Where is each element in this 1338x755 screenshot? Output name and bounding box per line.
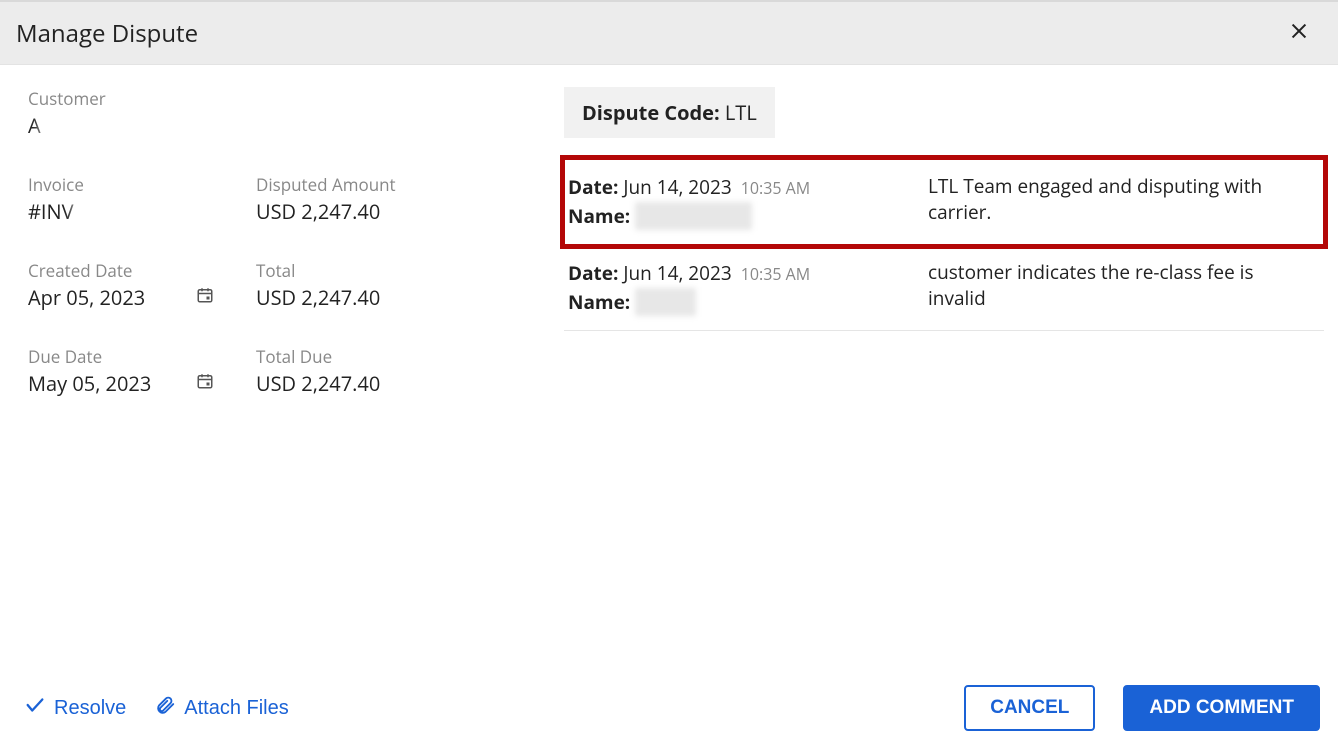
dialog-body: Customer AXXXX Invoice #INVXXXXXX Disput…	[0, 65, 1338, 685]
attach-files-label: Attach Files	[184, 697, 288, 720]
customer-value-redacted: XXXX	[41, 112, 87, 139]
due-date-label: Due Date	[28, 345, 256, 368]
dispute-code-badge: Dispute Code: LTL	[564, 87, 775, 138]
dispute-code-label: Dispute Code:	[582, 99, 720, 126]
total-due-label: Total Due	[256, 345, 526, 368]
attach-files-button[interactable]: Attach Files	[154, 694, 288, 722]
comment-name-redacted: Xxxxxx	[635, 288, 696, 317]
total-due-field: Total Due USD 2,247.40	[256, 345, 526, 417]
comment-meta: Date: Jun 14, 2023 10:35 AM Name: Xxxxxx	[568, 259, 928, 316]
comment-date-label: Date:	[568, 260, 618, 286]
cancel-button[interactable]: CANCEL	[964, 685, 1095, 731]
due-date-value: May 05, 2023	[28, 370, 256, 397]
footer-left-actions: Resolve Attach Files	[24, 694, 289, 722]
dialog-footer: Resolve Attach Files CANCEL ADD COMMENT	[0, 685, 1338, 755]
invoice-value-prefix: #INV	[28, 198, 74, 225]
comment-name-label: Name:	[568, 289, 630, 315]
comment-date-line: Date: Jun 14, 2023 10:35 AM	[568, 259, 928, 288]
details-panel: Customer AXXXX Invoice #INVXXXXXX Disput…	[0, 87, 540, 685]
check-icon	[24, 694, 46, 722]
invoice-value-redacted: XXXXXX	[74, 198, 143, 225]
created-date-field: Created Date Apr 05, 2023	[28, 259, 256, 331]
comment-date-value: Jun 14, 2023	[623, 260, 731, 286]
comment-name-label: Name:	[568, 203, 630, 229]
comment-meta: Date: Jun 14, 2023 10:35 AM Name: Xxxxx …	[568, 173, 928, 230]
calendar-icon[interactable]	[196, 286, 214, 309]
due-date-field: Due Date May 05, 2023	[28, 345, 256, 417]
invoice-field: Invoice #INVXXXXXX	[28, 173, 256, 245]
comment-item: Date: Jun 14, 2023 10:35 AM Name: Xxxxxx…	[564, 245, 1324, 331]
comment-name-redacted: Xxxxx Xxxxxx	[635, 202, 751, 231]
comment-time-value: 10:35 AM	[741, 177, 810, 199]
total-value: USD 2,247.40	[256, 284, 526, 311]
comment-date-line: Date: Jun 14, 2023 10:35 AM	[568, 173, 928, 202]
dispute-code-value: LTL	[725, 99, 757, 126]
disputed-amount-label: Disputed Amount	[256, 173, 526, 196]
comment-text: customer indicates the re-class fee is i…	[928, 259, 1316, 316]
customer-label: Customer	[28, 87, 526, 110]
comment-text: LTL Team engaged and disputing with carr…	[928, 173, 1316, 230]
comment-time-value: 10:35 AM	[741, 263, 810, 285]
dialog-title: Manage Dispute	[16, 17, 198, 50]
comment-date-value: Jun 14, 2023	[623, 174, 731, 200]
resolve-label: Resolve	[54, 697, 126, 720]
created-date-value: Apr 05, 2023	[28, 284, 256, 311]
paperclip-icon	[154, 694, 176, 722]
invoice-value: #INVXXXXXX	[28, 198, 256, 225]
comments-list: Date: Jun 14, 2023 10:35 AM Name: Xxxxx …	[564, 158, 1324, 331]
comment-item: Date: Jun 14, 2023 10:35 AM Name: Xxxxx …	[564, 159, 1324, 245]
footer-right-actions: CANCEL ADD COMMENT	[964, 685, 1320, 731]
comment-date-label: Date:	[568, 174, 618, 200]
total-field: Total USD 2,247.40	[256, 259, 526, 331]
comment-name-line: Name: Xxxxxx	[568, 288, 928, 317]
comment-name-line: Name: Xxxxx Xxxxxx	[568, 202, 928, 231]
activity-panel: Dispute Code: LTL Date: Jun 14, 2023 10:…	[540, 87, 1338, 685]
total-label: Total	[256, 259, 526, 282]
dialog-header: Manage Dispute	[0, 0, 1338, 65]
close-button[interactable]	[1282, 16, 1316, 50]
disputed-amount-value: USD 2,247.40	[256, 198, 526, 225]
customer-value-prefix: A	[28, 112, 41, 139]
add-comment-button[interactable]: ADD COMMENT	[1123, 685, 1320, 731]
manage-dispute-dialog: Manage Dispute Customer AXXXX Invoice	[0, 0, 1338, 755]
invoice-label: Invoice	[28, 173, 256, 196]
customer-field: Customer AXXXX	[28, 87, 526, 159]
resolve-button[interactable]: Resolve	[24, 694, 126, 722]
created-date-label: Created Date	[28, 259, 256, 282]
customer-value: AXXXX	[28, 112, 526, 139]
disputed-amount-field: Disputed Amount USD 2,247.40	[256, 173, 526, 245]
close-icon	[1288, 18, 1310, 48]
calendar-icon[interactable]	[196, 372, 214, 395]
total-due-value: USD 2,247.40	[256, 370, 526, 397]
